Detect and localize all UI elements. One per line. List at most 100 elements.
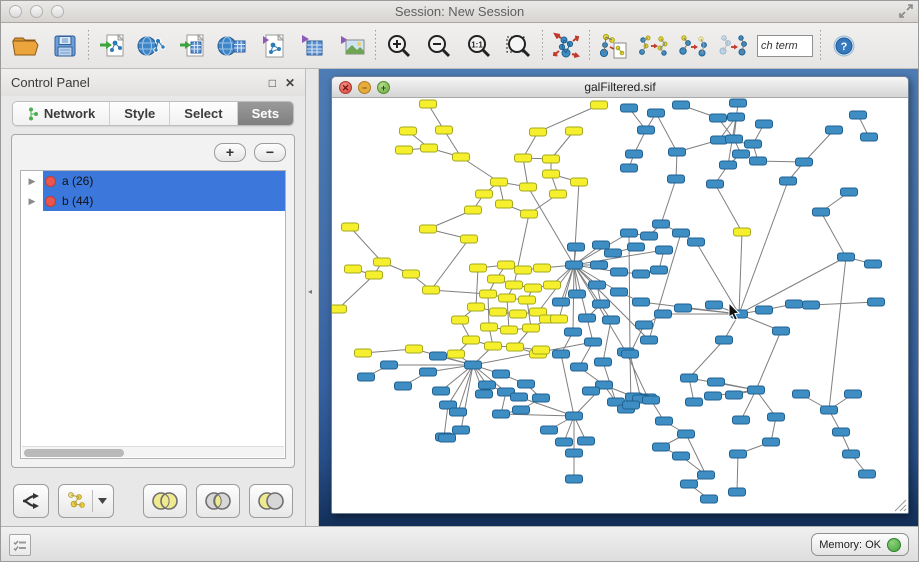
graph-node (481, 323, 498, 331)
graph-node (745, 140, 762, 148)
show-all-button[interactable] (713, 26, 753, 66)
graph-node (623, 401, 640, 409)
graph-node (366, 271, 383, 279)
tab-network[interactable]: Network (13, 102, 110, 125)
graph-node (406, 345, 423, 353)
set-list-item-a[interactable]: ▶ a (26) (21, 171, 285, 191)
minimize-view-icon[interactable]: − (358, 81, 371, 94)
remove-set-button[interactable]: − (254, 143, 286, 162)
control-panel-title: Control Panel (11, 75, 260, 90)
graph-node (544, 281, 561, 289)
network-from-selection-button[interactable] (593, 26, 633, 66)
collapse-panel-icon[interactable]: ◂ (308, 287, 312, 296)
tab-label: Select (184, 106, 222, 121)
window-titlebar[interactable]: Session: New Session (1, 1, 918, 23)
graph-node (358, 373, 375, 381)
network-window-titlebar[interactable]: ✕ − + galFiltered.sif (332, 77, 908, 98)
tab-sets[interactable]: Sets (238, 102, 293, 125)
float-panel-icon[interactable]: □ (269, 76, 276, 90)
task-history-button[interactable] (9, 534, 31, 556)
graph-node (756, 120, 773, 128)
graph-node (400, 127, 417, 135)
zoom-in-button[interactable] (379, 26, 419, 66)
expander-triangle-icon[interactable]: ▶ (21, 196, 43, 207)
export-network-button[interactable] (252, 26, 292, 66)
help-button[interactable]: ? (824, 26, 864, 66)
network-window-controls: ✕ − + (339, 81, 390, 94)
network-canvas[interactable] (332, 98, 908, 513)
network-view-window[interactable]: ✕ − + galFiltered.sif (331, 76, 909, 514)
graph-node (433, 387, 450, 395)
union-sets-button[interactable] (143, 484, 187, 518)
resize-grip-icon[interactable] (894, 499, 907, 512)
scrollbar-thumb[interactable] (24, 449, 124, 457)
graph-node (515, 154, 532, 162)
graph-node (838, 253, 855, 261)
select-from-network-button[interactable] (633, 26, 673, 66)
intersection-sets-button[interactable] (196, 484, 240, 518)
network-graph[interactable] (332, 98, 907, 512)
graph-node (768, 413, 785, 421)
horizontal-scrollbar[interactable] (22, 446, 284, 457)
svg-text:1:1: 1:1 (471, 40, 483, 49)
set-operations-toolbar (1, 476, 305, 526)
sets-list[interactable]: ▶ a (26) ▶ b (44) (20, 170, 286, 459)
zoom-out-button[interactable] (419, 26, 459, 66)
close-panel-icon[interactable]: ✕ (285, 76, 295, 90)
toolbar-separator (375, 30, 376, 62)
graph-node (381, 361, 398, 369)
tab-style[interactable]: Style (110, 102, 170, 125)
tab-select[interactable]: Select (170, 102, 237, 125)
apply-layout-button[interactable] (546, 26, 586, 66)
graph-node (861, 133, 878, 141)
graph-node (556, 438, 573, 446)
import-network-web-button[interactable] (132, 26, 172, 66)
export-table-button[interactable] (292, 26, 332, 66)
open-session-button[interactable] (5, 26, 45, 66)
graph-node (621, 164, 638, 172)
graph-node (621, 229, 638, 237)
import-table-file-button[interactable] (172, 26, 212, 66)
graph-node (523, 324, 540, 332)
zoom-selected-button[interactable] (499, 26, 539, 66)
graph-node (553, 298, 570, 306)
import-table-web-button[interactable] (212, 26, 252, 66)
graph-node (750, 157, 767, 165)
difference-sets-button[interactable] (249, 484, 293, 518)
graph-node (507, 343, 524, 351)
add-set-button[interactable]: + (214, 143, 246, 162)
graph-node (520, 183, 537, 191)
maximize-view-icon[interactable]: + (377, 81, 390, 94)
graph-node (493, 410, 510, 418)
graph-node (716, 336, 733, 344)
graph-node (515, 266, 532, 274)
close-window-icon[interactable] (9, 5, 22, 18)
graph-node (850, 111, 867, 119)
graph-node (499, 294, 516, 302)
split-sets-button[interactable] (13, 484, 49, 518)
status-bar: Memory: OK (1, 526, 918, 562)
panel-splitter[interactable]: ◂ (306, 69, 319, 526)
create-set-from-network-button[interactable] (58, 484, 114, 518)
save-session-button[interactable] (45, 26, 85, 66)
memory-status-button[interactable]: Memory: OK (811, 533, 909, 556)
graph-node (551, 315, 568, 323)
zoom-window-icon[interactable] (51, 5, 64, 18)
toolbar-separator (88, 30, 89, 62)
export-image-button[interactable] (332, 26, 372, 66)
zoom-actual-size-button[interactable]: 1:1 (459, 26, 499, 66)
import-network-file-button[interactable] (92, 26, 132, 66)
close-view-icon[interactable]: ✕ (339, 81, 352, 94)
graph-node (763, 438, 780, 446)
graph-node (342, 223, 359, 231)
expander-triangle-icon[interactable]: ▶ (21, 176, 43, 187)
set-list-item-b[interactable]: ▶ b (44) (21, 191, 285, 211)
minimize-window-icon[interactable] (30, 5, 43, 18)
graph-node (730, 450, 747, 458)
resize-arrows-icon[interactable] (898, 3, 914, 19)
hide-selected-button[interactable] (673, 26, 713, 66)
graph-node (688, 238, 705, 246)
set-color-dot-icon (45, 176, 56, 187)
graph-node (651, 266, 668, 274)
search-input[interactable]: ch term (757, 35, 813, 57)
